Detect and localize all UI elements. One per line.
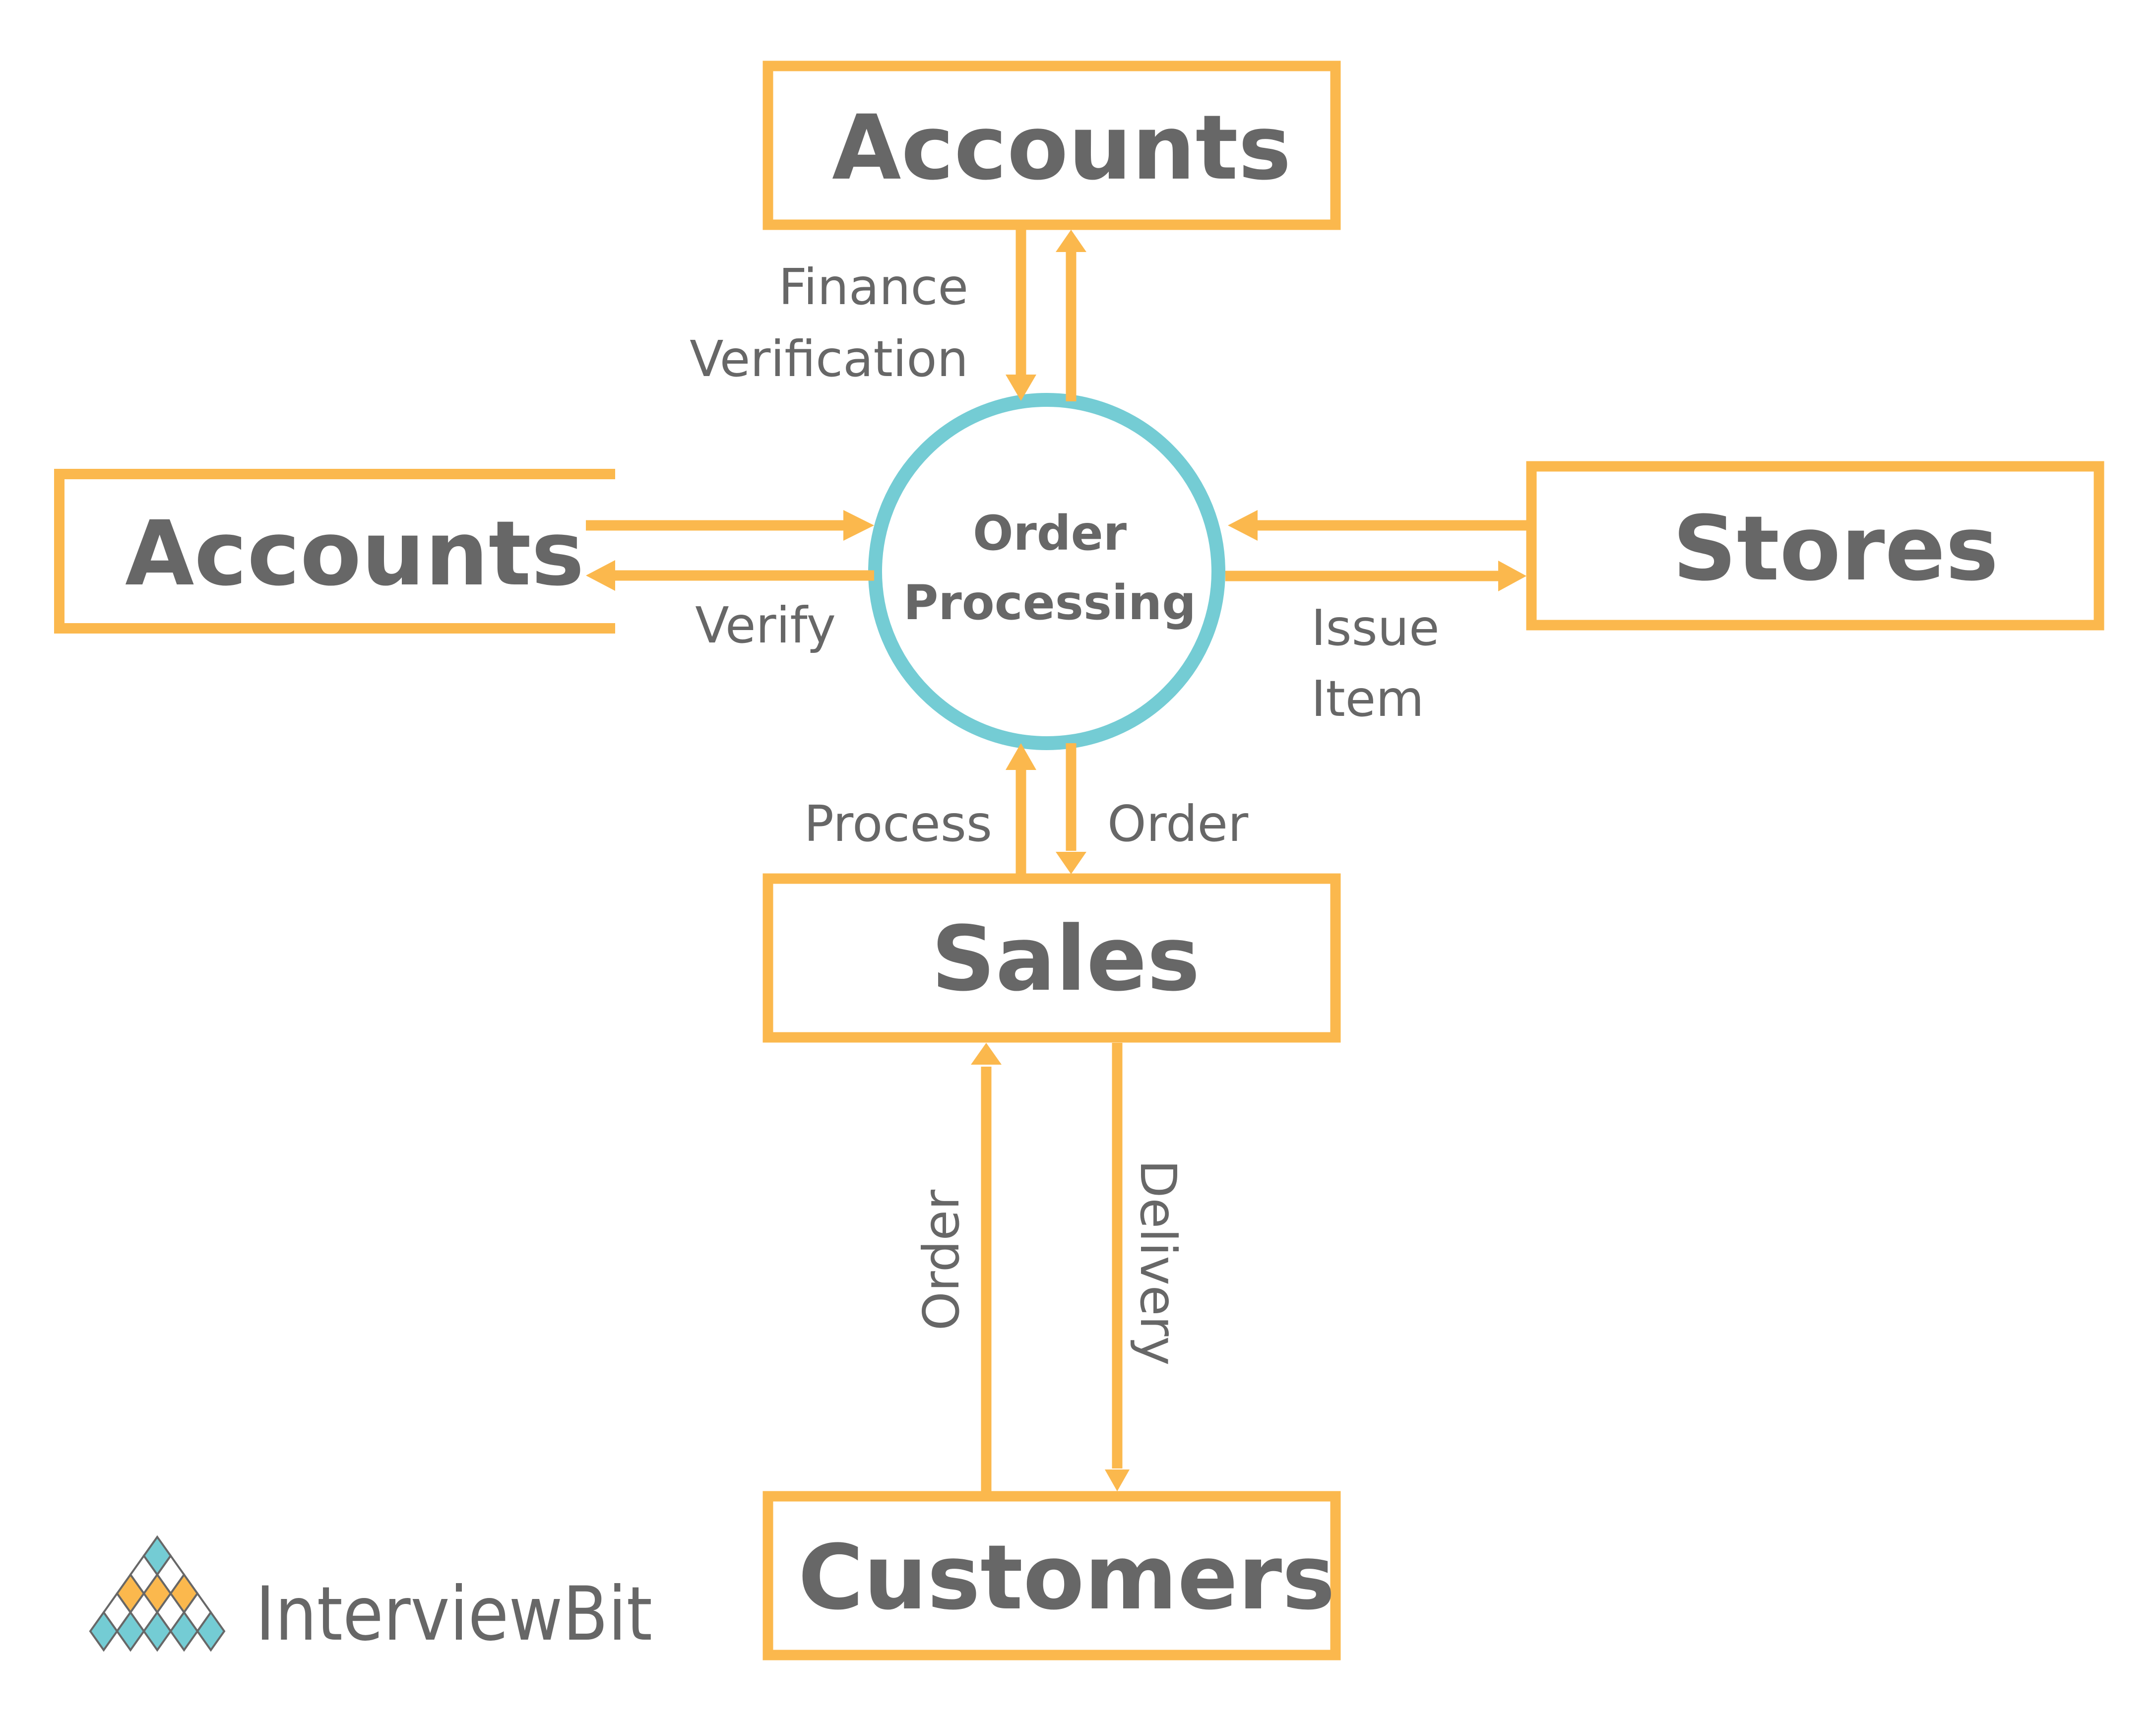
arrowhead-left-icon (1228, 510, 1258, 541)
flow-label: Order (1107, 795, 1249, 853)
datastore-label: Accounts (125, 502, 584, 606)
arrowhead-up-icon (1056, 230, 1086, 252)
flow-label: Verification (690, 330, 968, 388)
diamond-triangle-logo-icon (89, 1535, 226, 1652)
arrowhead-right-icon (843, 510, 874, 541)
flow-label-vertical: Order (912, 1189, 970, 1331)
flow-label-vertical: Delivery (1129, 1159, 1187, 1365)
entity-label: Sales (931, 907, 1200, 1011)
entity-accounts-top: Accounts (762, 61, 1341, 230)
flow-finance-verification: Finance Verification (690, 230, 1086, 401)
process-circle (868, 393, 1225, 750)
process-label-line1: Order (973, 506, 1127, 561)
data-flow-diagram: Accounts Accounts Stores Sales Customers… (54, 61, 2104, 1660)
datastore-accounts: Accounts (54, 469, 615, 634)
arrowhead-right-icon (1498, 561, 1526, 591)
entity-sales: Sales (762, 873, 1341, 1043)
flow-order-delivery: Order Delivery (912, 1043, 1187, 1491)
process-order-processing: Order Processing (868, 393, 1225, 750)
entity-stores: Stores (1526, 461, 2104, 631)
entity-customers: Customers (762, 1491, 1341, 1660)
flow-label: Finance (778, 258, 968, 316)
arrowhead-down-icon (1105, 1469, 1130, 1491)
flow-label: Item (1311, 670, 1424, 728)
flow-label: Process (804, 795, 992, 853)
flow-process-order: Process Order (804, 743, 1249, 874)
entity-label: Accounts (832, 96, 1291, 200)
flow-verify: Verify (586, 510, 874, 654)
logo-text: InterviewBit (255, 1571, 652, 1658)
entity-label: Stores (1672, 497, 1998, 601)
process-label-line2: Processing (903, 575, 1196, 631)
interviewbit-logo: InterviewBit (89, 1535, 652, 1658)
arrowhead-down-icon (1056, 852, 1086, 874)
flow-label: Verify (695, 596, 836, 654)
flow-issue-item: Issue Item (1225, 510, 1526, 728)
entity-label: Customers (798, 1526, 1335, 1630)
arrowhead-up-icon (971, 1043, 1002, 1065)
flow-label: Issue (1311, 599, 1440, 657)
